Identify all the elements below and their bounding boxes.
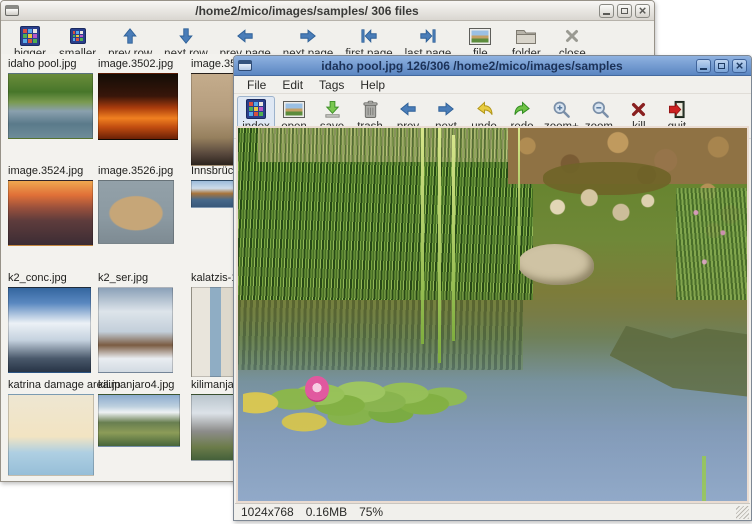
image-viewer-window: idaho pool.jpg 126/306 /home2/mico/image… [233,55,752,521]
kill-x-icon [631,98,646,120]
viewer-window-title: idaho pool.jpg 126/306 /home2/mico/image… [252,59,692,73]
close-button[interactable] [635,4,650,18]
arrow-right-icon [299,25,317,47]
arrow-up-icon [121,25,139,47]
thumbnail-item[interactable]: katrina damage area.jp [8,379,98,481]
thumbnail-item[interactable]: image.3524.jpg [8,165,98,272]
thumbnail-image[interactable] [8,73,93,139]
thumbnail-image[interactable] [8,287,91,373]
browser-window-title: /home2/mico/images/samples/ 306 files [19,4,595,18]
menu-file[interactable]: File [240,77,273,93]
photo-icon [283,98,305,120]
menu-tags[interactable]: Tags [312,77,351,93]
menu-edit[interactable]: Edit [275,77,310,93]
thumbnail-grid-small-icon [70,25,86,47]
thumbnail-image[interactable] [98,287,173,373]
arrow-bar-right-icon [419,25,437,47]
browser-titlebar[interactable]: /home2/mico/images/samples/ 306 files [1,1,654,21]
thumbnail-image[interactable] [98,394,180,447]
trash-icon [362,98,379,120]
thumbnail-item[interactable]: idaho pool.jpg [8,58,98,165]
zoom-level: 75% [359,505,383,519]
close-x-icon [565,25,579,47]
minimize-button[interactable] [696,59,711,73]
close-button[interactable] [732,59,747,73]
thumbnail-item[interactable]: kilimanjaro4.jpg [98,379,191,481]
thumbnail-item[interactable]: k2_ser.jpg [98,272,191,379]
maximize-button[interactable] [714,59,729,73]
water-sheen [238,128,747,501]
arrow-left-icon [236,25,254,47]
redo-icon [513,98,532,120]
viewer-menubar: File Edit Tags Help [234,76,751,94]
viewer-titlebar[interactable]: idaho pool.jpg 126/306 /home2/mico/image… [234,56,751,76]
menu-help[interactable]: Help [353,77,392,93]
save-download-icon [323,98,342,120]
thumbnail-item[interactable]: k2_conc.jpg [8,272,98,379]
minimize-button[interactable] [599,4,614,18]
thumbnail-grid-icon [246,98,266,120]
thumbnail-item[interactable]: image.3526.jpg [98,165,191,272]
resize-grip[interactable] [736,506,749,519]
thumbnail-image[interactable] [8,394,94,476]
arrow-left-icon [399,98,417,120]
folder-icon [515,25,537,47]
window-icon [5,5,19,16]
arrow-down-icon [177,25,195,47]
zoom-out-icon [591,98,610,120]
viewer-statusbar: 1024x768 0.16MB 75% [235,503,750,520]
main-image-idaho-pool[interactable] [236,126,749,503]
maximize-button[interactable] [617,4,632,18]
thumbnail-image[interactable] [98,180,174,244]
thumbnail-grid-icon [20,25,40,47]
window-icon [238,60,252,71]
arrow-bar-left-icon [360,25,378,47]
quit-door-icon [667,98,686,120]
zoom-in-icon [552,98,571,120]
image-dimensions: 1024x768 [241,505,294,519]
thumbnail-item[interactable]: image.3502.jpg [98,58,191,165]
image-filesize: 0.16MB [306,505,347,519]
undo-icon [475,98,494,120]
thumbnail-image[interactable] [98,73,178,140]
thumbnail-image[interactable] [8,180,93,246]
photo-icon [469,25,491,47]
arrow-right-icon [437,98,455,120]
